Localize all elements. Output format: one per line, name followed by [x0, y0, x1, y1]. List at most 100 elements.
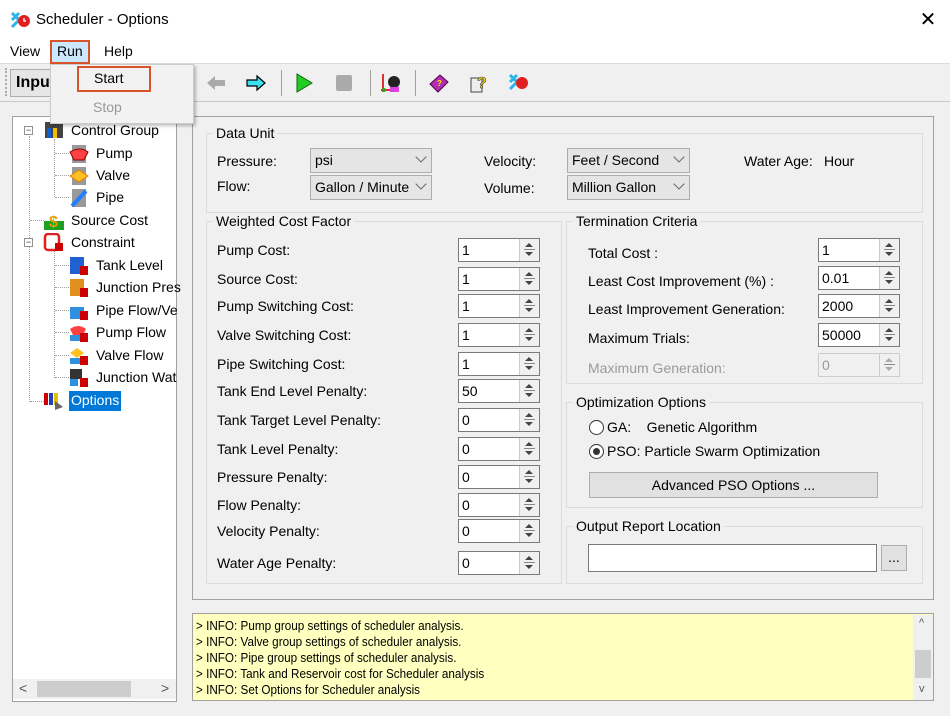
termination-spinbox[interactable]: 1 — [818, 238, 900, 262]
ga-radio[interactable] — [589, 420, 604, 435]
scroll-up-icon[interactable]: ^ — [919, 617, 924, 629]
menu-item-start[interactable]: Start — [77, 66, 151, 92]
spin-buttons[interactable] — [519, 409, 539, 431]
chevron-down-icon — [415, 178, 427, 190]
arrow-right-icon[interactable] — [245, 72, 267, 94]
weighted-cost-spinbox[interactable]: 50 — [458, 379, 540, 403]
scrollbar-thumb[interactable] — [37, 681, 131, 697]
tree-item-pipe-flow[interactable]: Pipe Flow/Ve — [96, 301, 178, 321]
termination-label: Least Cost Improvement (%) : — [588, 273, 774, 289]
tree-item-valve-flow[interactable]: Valve Flow — [96, 346, 163, 366]
volume-select[interactable]: Million Gallon — [567, 175, 690, 200]
pso-label[interactable]: PSO: Particle Swarm Optimization — [607, 443, 820, 459]
weighted-cost-spinbox[interactable]: 0 — [458, 437, 540, 461]
ga-label[interactable]: GA: Genetic Algorithm — [607, 419, 757, 435]
tree-item-junction-pressure[interactable]: Junction Pres — [96, 278, 181, 298]
spinbox-value: 0 — [462, 523, 470, 539]
tree-item-valve[interactable]: Valve — [96, 166, 130, 186]
spin-buttons[interactable] — [519, 268, 539, 290]
spin-buttons[interactable] — [519, 438, 539, 460]
browse-button[interactable]: ... — [881, 545, 907, 571]
advanced-pso-options-button[interactable]: Advanced PSO Options ... — [589, 472, 878, 498]
weighted-cost-spinbox[interactable]: 1 — [458, 323, 540, 347]
menu-view[interactable]: View — [6, 43, 44, 59]
tools-icon[interactable] — [380, 72, 402, 94]
spin-down-icon — [525, 366, 533, 370]
spin-up-icon — [525, 384, 533, 388]
tree-item-pump[interactable]: Pump — [96, 144, 133, 164]
chevron-down-icon — [415, 151, 427, 163]
weighted-cost-spinbox[interactable]: 0 — [458, 408, 540, 432]
play-icon[interactable] — [293, 72, 315, 94]
tree-item-options[interactable]: Options — [69, 391, 122, 411]
scroll-right-icon[interactable]: > — [161, 680, 169, 696]
weighted-cost-label: Tank Target Level Penalty: — [217, 412, 381, 428]
spin-buttons[interactable] — [519, 520, 539, 542]
log-vertical-scrollbar[interactable]: ^ v — [913, 615, 933, 700]
arrow-left-icon[interactable] — [205, 72, 227, 94]
tree-item-pump-flow[interactable]: Pump Flow — [96, 323, 166, 343]
spin-down-icon — [525, 422, 533, 426]
spin-buttons[interactable] — [519, 494, 539, 516]
termination-spinbox[interactable]: 50000 — [818, 323, 900, 347]
menu-help[interactable]: Help — [100, 43, 137, 59]
tree-item-tank-level[interactable]: Tank Level — [96, 256, 163, 276]
scheduler-icon[interactable] — [508, 72, 530, 94]
weighted-cost-spinbox[interactable]: 1 — [458, 238, 540, 262]
spin-buttons[interactable] — [519, 380, 539, 402]
output-path-input[interactable] — [588, 544, 877, 572]
toolbar-separator — [415, 70, 416, 96]
termination-spinbox[interactable]: 2000 — [818, 294, 900, 318]
scroll-left-icon[interactable]: < — [19, 680, 27, 696]
stop-icon[interactable] — [333, 72, 355, 94]
spin-buttons[interactable] — [519, 239, 539, 261]
spin-buttons[interactable] — [519, 353, 539, 375]
spin-up-icon — [885, 328, 893, 332]
svg-text:?: ? — [477, 75, 487, 92]
menu-run[interactable]: Run — [50, 40, 90, 64]
tree-item-source-cost[interactable]: Source Cost — [71, 211, 148, 231]
termination-spinbox[interactable]: 0.01 — [818, 266, 900, 290]
scrollbar-thumb[interactable] — [915, 650, 931, 678]
scroll-down-icon[interactable]: v — [919, 683, 925, 695]
weighted-cost-spinbox[interactable]: 1 — [458, 267, 540, 291]
tree-horizontal-scrollbar[interactable]: < > — [13, 679, 176, 699]
pressure-select[interactable]: psi — [310, 148, 432, 173]
flow-select[interactable]: Gallon / Minute — [310, 175, 432, 200]
water-age-value: Hour — [824, 153, 855, 169]
termination-label: Maximum Generation: — [588, 360, 726, 376]
spin-buttons[interactable] — [519, 324, 539, 346]
spin-down-icon — [525, 479, 533, 483]
tree-item-control-group[interactable]: Control Group — [71, 121, 159, 141]
tree-item-constraint[interactable]: Constraint — [71, 233, 135, 253]
weighted-cost-spinbox[interactable]: 1 — [458, 294, 540, 318]
spinbox-value: 0.01 — [822, 270, 850, 286]
collapse-constraint[interactable]: − — [24, 238, 33, 247]
weighted-cost-spinbox[interactable]: 0 — [458, 493, 540, 517]
help-context-icon[interactable]: ? — [468, 72, 490, 94]
close-button[interactable]: ✕ — [908, 6, 948, 34]
pso-radio[interactable] — [589, 444, 604, 459]
spin-buttons[interactable] — [879, 295, 899, 317]
collapse-control-group[interactable]: − — [24, 126, 33, 135]
weighted-cost-spinbox[interactable]: 0 — [458, 519, 540, 543]
weighted-cost-spinbox[interactable]: 0 — [458, 551, 540, 575]
weighted-cost-spinbox[interactable]: 1 — [458, 352, 540, 376]
weighted-cost-label: Pressure Penalty: — [217, 469, 328, 485]
spinbox-value: 1 — [462, 298, 470, 314]
spin-buttons[interactable] — [519, 295, 539, 317]
spin-buttons[interactable] — [879, 267, 899, 289]
toolbar-grip[interactable] — [5, 68, 8, 96]
help-book-icon[interactable]: ? — [428, 72, 450, 94]
spin-buttons[interactable] — [519, 466, 539, 488]
log-line: > INFO: Tank and Reservoir cost for Sche… — [196, 666, 485, 681]
weighted-cost-spinbox[interactable]: 0 — [458, 465, 540, 489]
spin-buttons[interactable] — [879, 239, 899, 261]
spin-buttons[interactable] — [519, 552, 539, 574]
tree-item-junction-water-age[interactable]: Junction Wat — [96, 368, 176, 388]
spin-buttons[interactable] — [879, 324, 899, 346]
spin-up-icon — [525, 272, 533, 276]
spinbox-value: 0 — [462, 441, 470, 457]
velocity-select[interactable]: Feet / Second — [567, 148, 690, 173]
tree-item-pipe[interactable]: Pipe — [96, 188, 124, 208]
